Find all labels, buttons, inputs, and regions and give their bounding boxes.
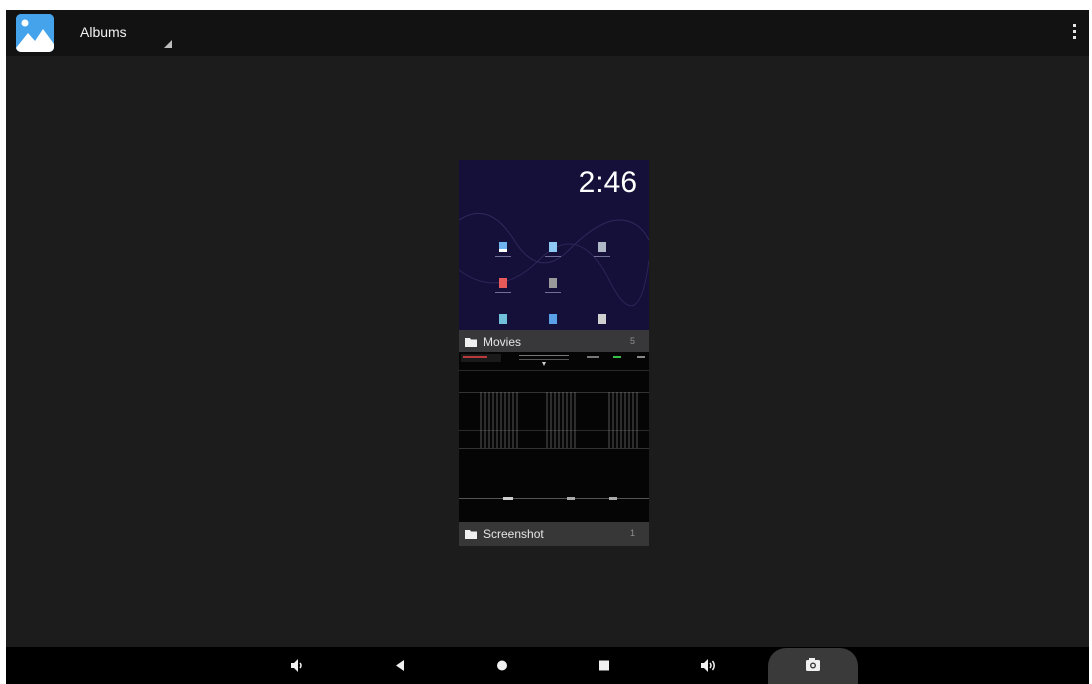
recents-square-icon xyxy=(599,660,609,671)
back-triangle-icon xyxy=(396,660,404,671)
album-type-spinner[interactable]: Albums xyxy=(66,10,176,56)
action-bar: Albums xyxy=(6,10,1089,56)
album-tile-movies[interactable]: 2:46 Movies 5 xyxy=(459,160,649,354)
album-name: Movies xyxy=(483,335,522,349)
album-label: Movies 5 xyxy=(459,330,649,354)
volume-up-button[interactable] xyxy=(696,647,720,684)
album-count: 1 xyxy=(629,528,635,538)
album-thumbnail xyxy=(459,352,649,546)
more-vert-icon[interactable] xyxy=(1061,18,1089,48)
screenshot-button[interactable] xyxy=(768,648,858,684)
back-button[interactable] xyxy=(388,647,412,684)
album-label: Screenshot 1 xyxy=(459,522,649,546)
navigation-bar xyxy=(6,647,1089,684)
album-count: 5 xyxy=(629,336,635,346)
recents-button[interactable] xyxy=(592,647,616,684)
album-name: Screenshot xyxy=(483,527,544,541)
folder-icon xyxy=(465,338,477,347)
album-tile-screenshot[interactable]: Screenshot 1 xyxy=(459,352,649,546)
folder-icon xyxy=(465,530,477,539)
volume-up-icon xyxy=(701,659,715,672)
volume-down-button[interactable] xyxy=(284,647,308,684)
gallery-screen: Albums 2:46 Movies 5 Screenshot 1 xyxy=(6,10,1089,684)
thumbnail-clock: 2:46 xyxy=(578,166,637,199)
page-title: Albums xyxy=(80,24,127,40)
camera-icon xyxy=(806,658,820,671)
gallery-icon[interactable] xyxy=(16,14,54,52)
home-button[interactable] xyxy=(490,647,514,684)
spinner-triangle-icon xyxy=(164,40,172,48)
volume-down-icon xyxy=(291,659,302,672)
home-circle-icon xyxy=(497,660,507,671)
